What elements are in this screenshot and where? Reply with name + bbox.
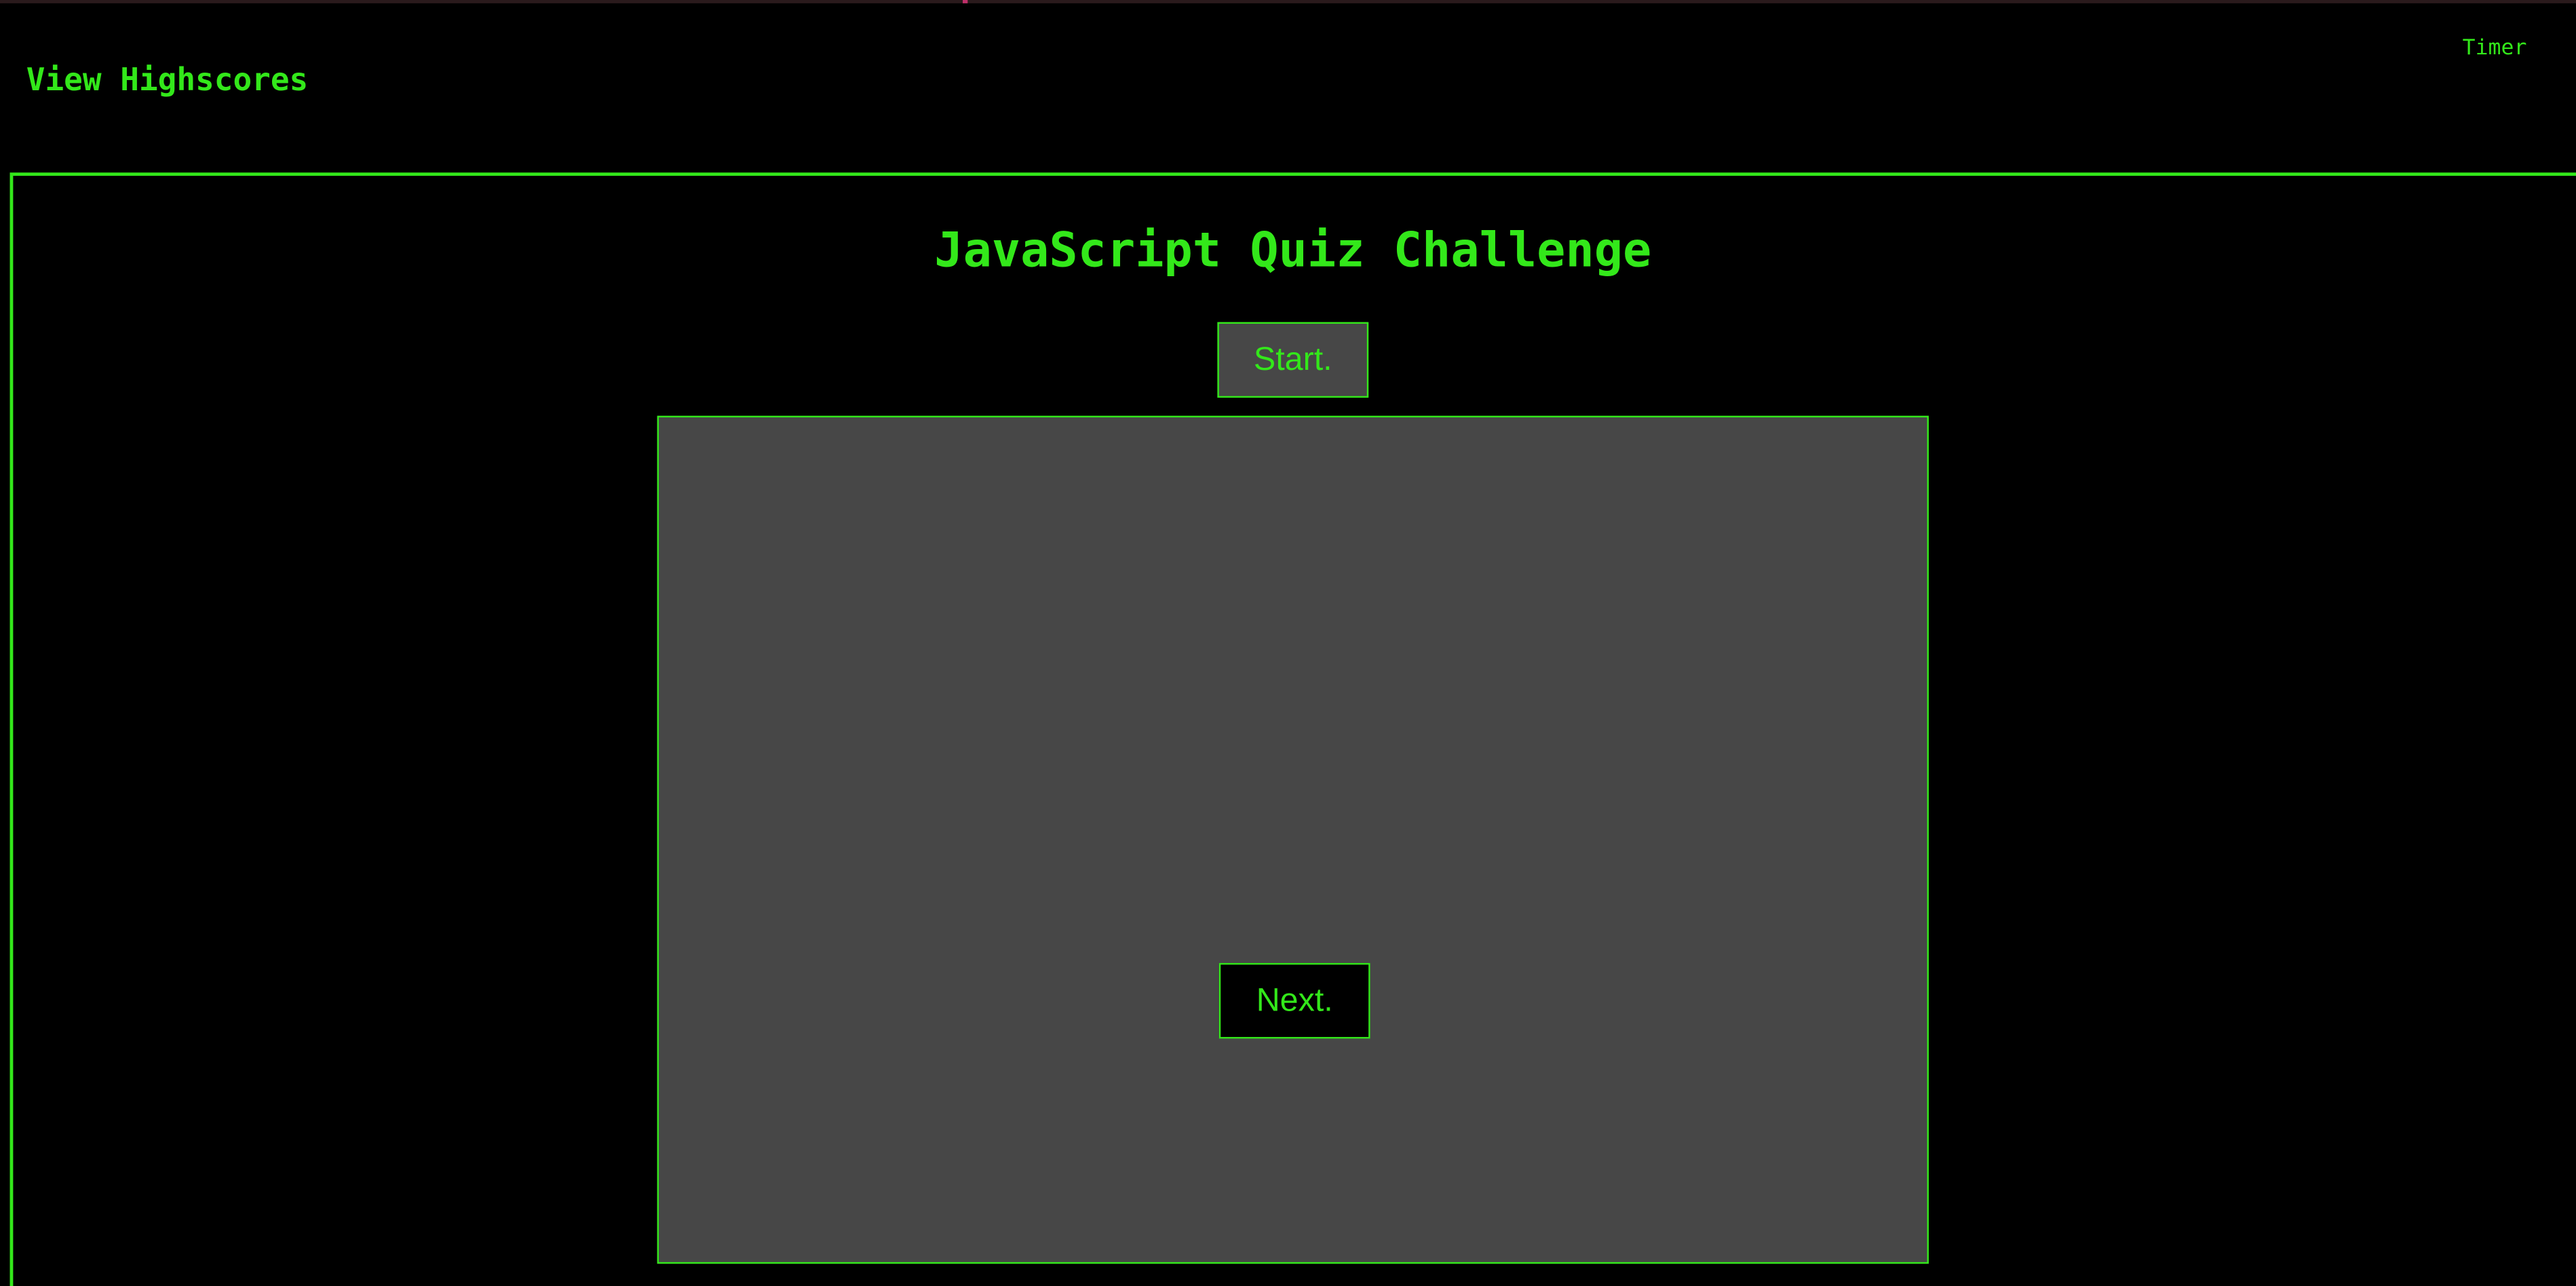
next-button[interactable]: Next. xyxy=(1218,963,1370,1039)
start-button[interactable]: Start. xyxy=(1217,322,1369,398)
quiz-title: JavaScript Quiz Challenge xyxy=(934,221,1652,278)
browser-top-strip xyxy=(0,0,2576,3)
tab-marker xyxy=(963,0,968,3)
page-stage: View Highscores Timer JavaScript Quiz Ch… xyxy=(0,0,2576,1286)
question-panel: Next. xyxy=(657,415,1929,1264)
view-highscores-link[interactable]: View Highscores xyxy=(26,62,309,98)
timer-label: Timer xyxy=(2462,36,2527,61)
